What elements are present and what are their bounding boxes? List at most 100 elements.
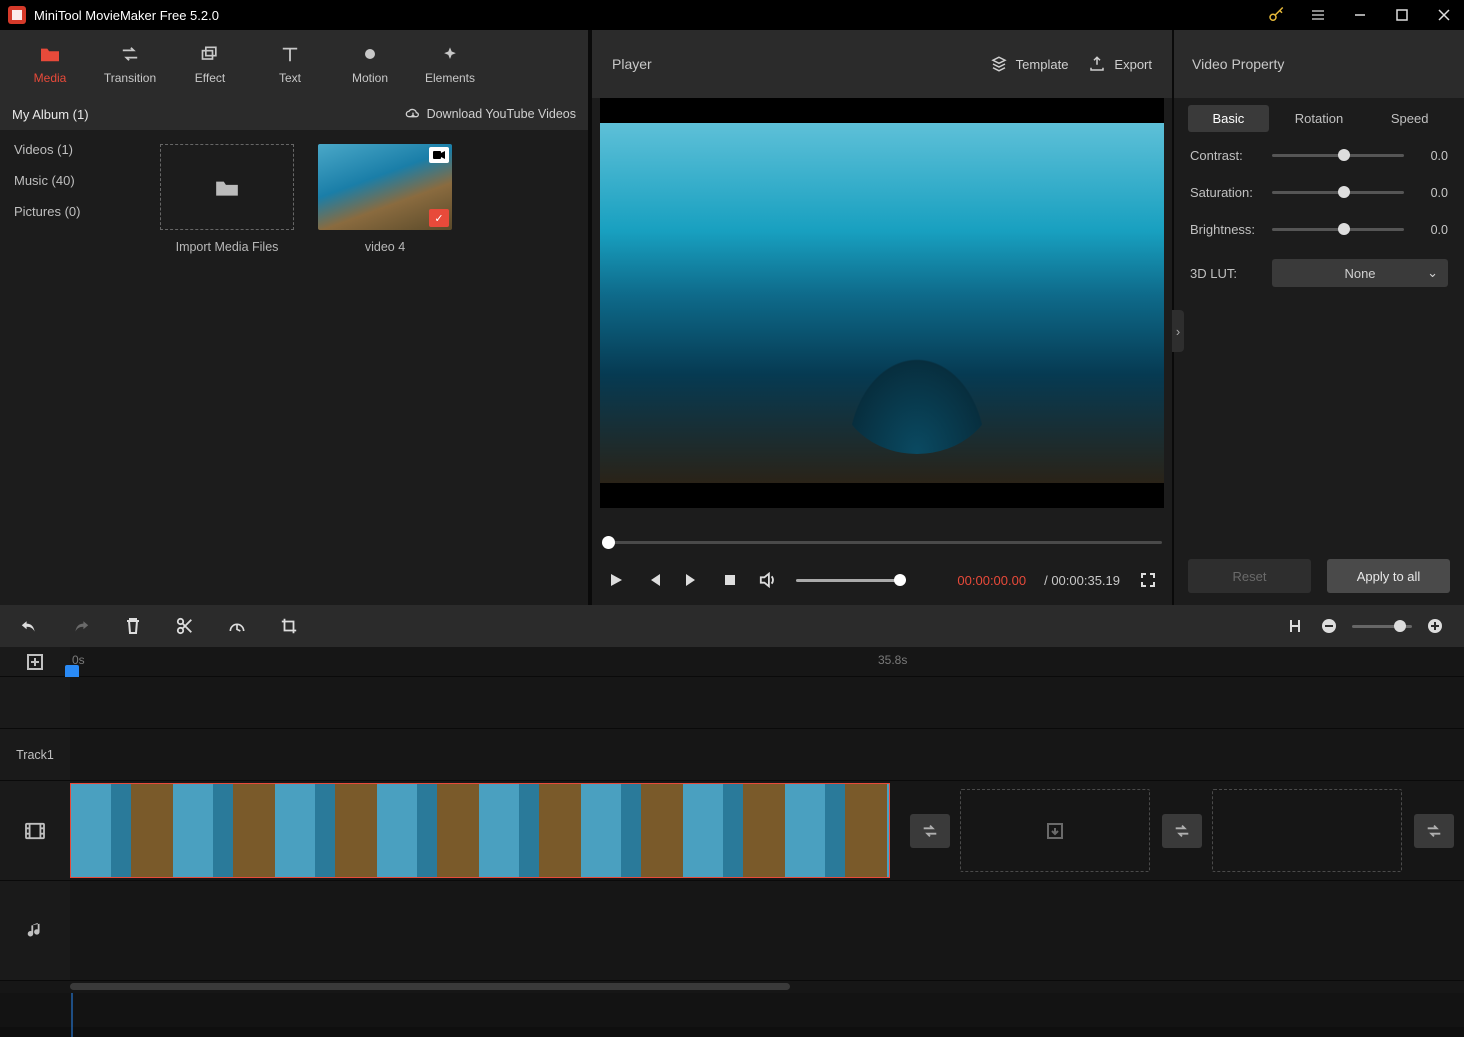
tab-motion[interactable]: Motion [330, 30, 410, 98]
template-button[interactable]: Template [990, 55, 1069, 73]
timeline-toolbar [0, 605, 1464, 647]
overlay-lane[interactable] [70, 677, 1464, 728]
audio-track [0, 881, 1464, 981]
timeline-scrollbar[interactable] [0, 981, 1464, 993]
video-clip[interactable] [70, 783, 890, 878]
album-bar: My Album (1) Download YouTube Videos [0, 98, 588, 130]
speed-button[interactable] [226, 615, 248, 637]
redo-button[interactable] [70, 615, 92, 637]
properties-title: Video Property [1174, 30, 1464, 98]
category-pictures[interactable]: Pictures (0) [0, 196, 152, 227]
menu-icon[interactable] [1304, 1, 1332, 29]
player-header: Player Template Export [592, 30, 1172, 98]
scrollbar-thumb[interactable] [70, 983, 790, 990]
zoom-in-button[interactable] [1424, 615, 1446, 637]
play-button[interactable] [606, 570, 626, 590]
seek-thumb[interactable] [602, 536, 615, 549]
stop-button[interactable] [720, 570, 740, 590]
download-youtube-link[interactable]: Download YouTube Videos [405, 107, 576, 121]
import-media-label: Import Media Files [176, 240, 279, 254]
text-lane[interactable] [70, 729, 1464, 780]
prev-frame-button[interactable] [644, 570, 664, 590]
tab-label: Motion [352, 71, 388, 85]
transition-slot[interactable] [1414, 814, 1454, 848]
ruler-mid-label: 35.8s [878, 653, 907, 667]
preview-viewport[interactable] [600, 98, 1164, 508]
template-label: Template [1016, 57, 1069, 72]
tab-elements[interactable]: Elements [410, 30, 490, 98]
tab-media[interactable]: Media [10, 30, 90, 98]
download-link-label: Download YouTube Videos [427, 107, 576, 121]
player-panel: Player Template Export [590, 30, 1174, 605]
close-button[interactable] [1430, 1, 1458, 29]
snap-icon[interactable] [1284, 615, 1306, 637]
video-track [0, 781, 1464, 881]
volume-thumb[interactable] [894, 574, 906, 586]
current-time: 00:00:00.00 [957, 573, 1026, 588]
clip-label: video 4 [365, 240, 405, 254]
brightness-row: Brightness: 0.0 [1190, 222, 1448, 237]
crop-button[interactable] [278, 615, 300, 637]
media-clip-item: ✓ video 4 [318, 144, 452, 591]
saturation-slider[interactable] [1272, 191, 1404, 194]
license-key-icon[interactable] [1262, 1, 1290, 29]
delete-button[interactable] [122, 615, 144, 637]
transition-slot[interactable] [910, 814, 950, 848]
text-icon [279, 43, 301, 65]
tab-label: Media [34, 71, 67, 85]
tab-speed[interactable]: Speed [1369, 105, 1450, 132]
layers-icon [200, 43, 220, 65]
contrast-row: Contrast: 0.0 [1190, 148, 1448, 163]
category-music[interactable]: Music (40) [0, 165, 152, 196]
reset-button[interactable]: Reset [1188, 559, 1311, 593]
tab-transition[interactable]: Transition [90, 30, 170, 98]
clip-thumbnail[interactable]: ✓ [318, 144, 452, 230]
export-button[interactable]: Export [1088, 55, 1152, 73]
export-icon [1088, 55, 1106, 73]
album-title: My Album (1) [12, 107, 152, 122]
saturation-row: Saturation: 0.0 [1190, 185, 1448, 200]
volume-icon[interactable] [758, 570, 778, 590]
tab-effect[interactable]: Effect [170, 30, 250, 98]
volume-slider[interactable] [796, 579, 906, 582]
panel-collapse-handle[interactable]: › [1172, 310, 1184, 352]
video-lane[interactable] [70, 781, 1464, 880]
next-frame-button[interactable] [682, 570, 702, 590]
empty-clip-slot[interactable] [960, 789, 1150, 872]
maximize-button[interactable] [1388, 1, 1416, 29]
minimize-button[interactable] [1346, 1, 1374, 29]
contrast-slider[interactable] [1272, 154, 1404, 157]
properties-panel: Video Property Basic Rotation Speed Cont… [1174, 30, 1464, 605]
timeline-ruler[interactable]: 0s 35.8s [0, 647, 1464, 677]
add-track-button[interactable] [0, 647, 70, 676]
tab-label: Elements [425, 71, 475, 85]
lut-row: 3D LUT: None ⌄ [1190, 259, 1448, 287]
video-track-icon [0, 781, 70, 880]
undo-button[interactable] [18, 615, 40, 637]
saturation-value: 0.0 [1414, 186, 1448, 200]
import-media-button[interactable] [160, 144, 294, 230]
zoom-slider[interactable] [1352, 625, 1412, 628]
audio-lane[interactable] [70, 881, 1464, 980]
motion-icon [360, 43, 380, 65]
category-videos[interactable]: Videos (1) [0, 134, 152, 165]
tab-text[interactable]: Text [250, 30, 330, 98]
tab-rotation[interactable]: Rotation [1279, 105, 1360, 132]
empty-clip-slot[interactable] [1212, 789, 1402, 872]
template-icon [990, 55, 1008, 73]
video-badge-icon [429, 147, 449, 163]
swap-icon [119, 43, 141, 65]
split-button[interactable] [174, 615, 196, 637]
tab-basic[interactable]: Basic [1188, 105, 1269, 132]
properties-tabs: Basic Rotation Speed [1174, 98, 1464, 138]
tab-label: Text [279, 71, 301, 85]
fullscreen-button[interactable] [1138, 570, 1158, 590]
transition-slot[interactable] [1162, 814, 1202, 848]
seek-bar[interactable] [602, 531, 1162, 555]
lut-value: None [1344, 266, 1375, 281]
lut-select[interactable]: None ⌄ [1272, 259, 1448, 287]
brightness-slider[interactable] [1272, 228, 1404, 231]
zoom-out-button[interactable] [1318, 615, 1340, 637]
apply-all-button[interactable]: Apply to all [1327, 559, 1450, 593]
player-controls: 00:00:00.00 / 00:00:35.19 [592, 555, 1172, 605]
